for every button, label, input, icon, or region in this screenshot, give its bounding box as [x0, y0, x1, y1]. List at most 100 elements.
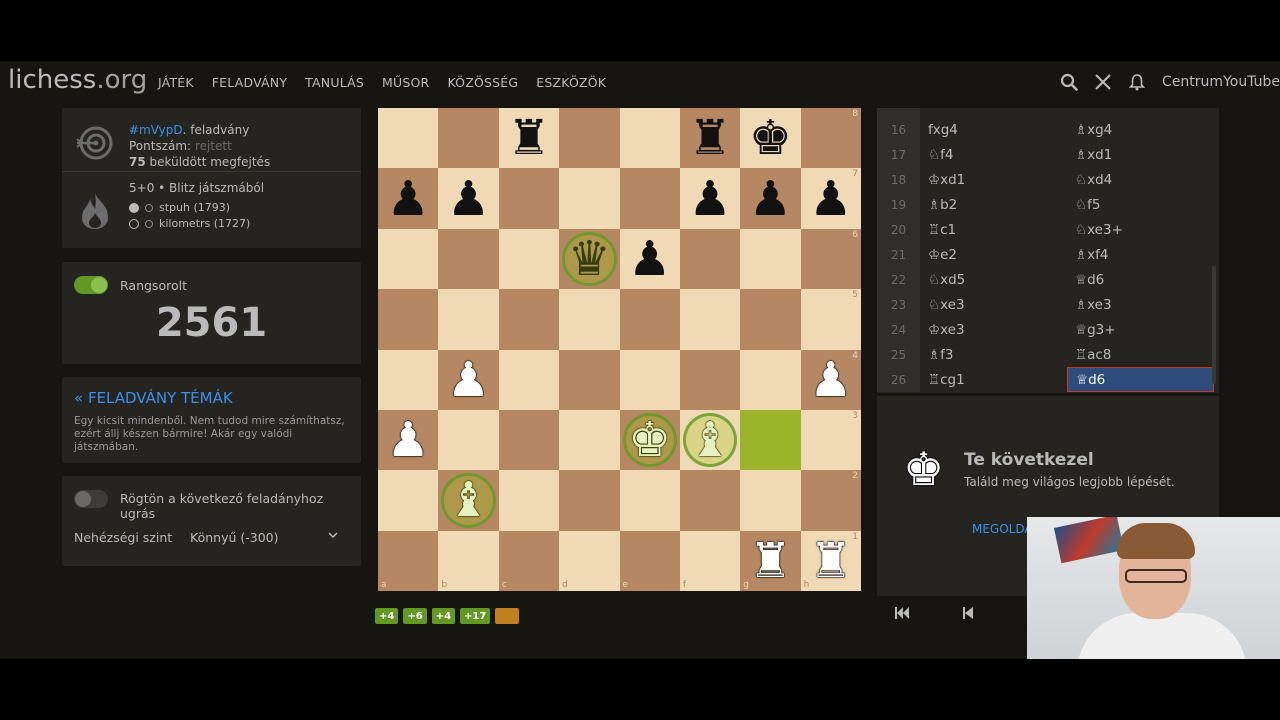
- square-f4[interactable]: [679, 349, 741, 410]
- move-list-scrollbar[interactable]: [1212, 266, 1216, 384]
- game-line[interactable]: 5+0 • Blitz játszmából: [129, 180, 264, 196]
- square-g8[interactable]: ♚: [740, 108, 801, 169]
- square-b6[interactable]: [438, 228, 499, 290]
- square-a6[interactable]: [378, 228, 439, 290]
- nav-item-learn[interactable]: TANULÁS: [305, 75, 364, 90]
- black-move[interactable]: ♗xg4: [1067, 117, 1214, 142]
- square-e3[interactable]: ♚: [619, 409, 680, 471]
- square-a2[interactable]: [378, 470, 439, 531]
- square-c6[interactable]: [498, 228, 560, 290]
- square-g7[interactable]: ♟: [740, 168, 801, 229]
- square-d1[interactable]: d: [559, 530, 620, 591]
- square-c2[interactable]: [498, 470, 560, 531]
- square-h6[interactable]: 6: [800, 228, 861, 290]
- square-f5[interactable]: [679, 289, 741, 350]
- previous-move-icon[interactable]: [962, 604, 974, 625]
- square-c3[interactable]: [498, 409, 560, 471]
- square-a4[interactable]: [378, 349, 439, 410]
- player-white-name[interactable]: stpuh (1793): [159, 200, 230, 216]
- player-black-name[interactable]: kilometrs (1727): [159, 216, 250, 232]
- square-b5[interactable]: [438, 289, 499, 350]
- black-move[interactable]: ♕g3+: [1067, 317, 1214, 342]
- white-pawn-piece[interactable]: ♟: [387, 416, 430, 464]
- first-move-icon[interactable]: [894, 604, 910, 625]
- black-pawn-piece[interactable]: ♟: [689, 175, 732, 223]
- notification-bell-icon[interactable]: [1128, 71, 1146, 93]
- logo-tld[interactable]: .org: [96, 65, 147, 95]
- square-c8[interactable]: ♜: [498, 108, 560, 169]
- square-a5[interactable]: [378, 289, 439, 350]
- square-d5[interactable]: [559, 289, 620, 350]
- black-move[interactable]: ♗xd1: [1067, 142, 1214, 167]
- square-d7[interactable]: [559, 168, 620, 229]
- square-b1[interactable]: b: [438, 530, 499, 591]
- black-pawn-piece[interactable]: ♟: [749, 175, 792, 223]
- difficulty-select[interactable]: Könnyű (-300): [190, 530, 278, 545]
- square-d3[interactable]: [559, 409, 620, 471]
- logo-main[interactable]: lichess: [8, 65, 96, 95]
- square-d6[interactable]: ♛: [559, 228, 620, 290]
- square-e8[interactable]: [619, 108, 680, 169]
- square-e6[interactable]: ♟: [619, 228, 680, 290]
- white-move[interactable]: ♘f4: [928, 147, 953, 163]
- black-pawn-piece[interactable]: ♟: [628, 235, 671, 283]
- white-move[interactable]: ♔e2: [928, 247, 957, 263]
- square-b2[interactable]: ♝: [438, 470, 499, 531]
- square-h3[interactable]: 3: [800, 409, 861, 471]
- square-c5[interactable]: [498, 289, 560, 350]
- player-black[interactable]: kilometrs (1727): [129, 216, 264, 232]
- square-c7[interactable]: [498, 168, 560, 229]
- chevron-down-icon[interactable]: [328, 528, 338, 542]
- square-h2[interactable]: 2: [800, 470, 861, 531]
- white-move[interactable]: ♖cg1: [928, 372, 965, 388]
- progress-badge[interactable]: +4: [431, 608, 456, 624]
- square-d2[interactable]: [559, 470, 620, 531]
- square-e5[interactable]: [619, 289, 680, 350]
- white-move[interactable]: ♘xd5: [928, 272, 965, 288]
- square-g1[interactable]: ♜ g: [740, 530, 801, 591]
- nav-item-community[interactable]: KÖZÖSSÉG: [447, 75, 518, 90]
- nav-item-tools[interactable]: ESZKÖZÖK: [536, 75, 606, 90]
- square-e4[interactable]: [619, 349, 680, 410]
- square-h8[interactable]: 8: [800, 108, 861, 169]
- current-puzzle-badge[interactable]: [495, 608, 520, 624]
- player-white[interactable]: stpuh (1793): [129, 200, 264, 216]
- square-g3[interactable]: [740, 409, 801, 471]
- square-b4[interactable]: ♟: [438, 349, 499, 410]
- progress-badge[interactable]: +4: [375, 608, 399, 624]
- square-c1[interactable]: c: [498, 530, 560, 591]
- square-b7[interactable]: ♟: [438, 168, 499, 229]
- nav-item-puzzles[interactable]: FELADVÁNY: [212, 75, 287, 90]
- black-move[interactable]: ♖ac8: [1067, 342, 1214, 367]
- square-a3[interactable]: ♟: [378, 409, 439, 471]
- black-pawn-piece[interactable]: ♟: [447, 175, 490, 223]
- square-g5[interactable]: [740, 289, 801, 350]
- nav-item-watch[interactable]: MŰSOR: [382, 75, 429, 90]
- rated-toggle[interactable]: [74, 276, 108, 294]
- square-f2[interactable]: [679, 470, 741, 531]
- square-d4[interactable]: [559, 349, 620, 410]
- white-rook-piece[interactable]: ♜: [749, 537, 792, 585]
- black-move[interactable]: ♘f5: [1067, 192, 1214, 217]
- white-move[interactable]: ♔xe3: [928, 322, 965, 338]
- square-f6[interactable]: [679, 228, 741, 290]
- square-e7[interactable]: [619, 168, 680, 229]
- white-move[interactable]: fxg4: [928, 122, 958, 138]
- search-icon[interactable]: [1060, 71, 1078, 93]
- white-move[interactable]: ♘xe3: [928, 297, 965, 313]
- white-pawn-piece[interactable]: ♟: [447, 356, 490, 404]
- square-b8[interactable]: [438, 108, 499, 169]
- active-black-move[interactable]: ♕d6: [1067, 367, 1214, 392]
- white-move[interactable]: ♔xd1: [928, 172, 965, 188]
- progress-badge[interactable]: +17: [460, 608, 491, 624]
- auto-next-toggle[interactable]: [74, 490, 108, 508]
- user-menu[interactable]: CentrumYouTube: [1162, 74, 1280, 90]
- chess-board[interactable]: ♜ ♜ ♚ 8 ♟ ♟ ♟ ♟ ♟ 7 ♛ ♟ 6 5 ♟ ♟ 4 ♟ ♚ ♝ 3 ♝ 2 a b c d e f ♜ g ♜ h 1: [378, 108, 861, 591]
- black-pawn-piece[interactable]: ♟: [387, 175, 430, 223]
- square-b3[interactable]: [438, 409, 499, 471]
- puzzle-id-link[interactable]: #mVypD: [129, 123, 183, 137]
- black-move[interactable]: ♘xe3+: [1067, 217, 1214, 242]
- nav-item-play[interactable]: JÁTÉK: [158, 75, 194, 90]
- black-move[interactable]: ♗xf4: [1067, 242, 1214, 267]
- white-rook-piece[interactable]: ♜: [809, 537, 852, 585]
